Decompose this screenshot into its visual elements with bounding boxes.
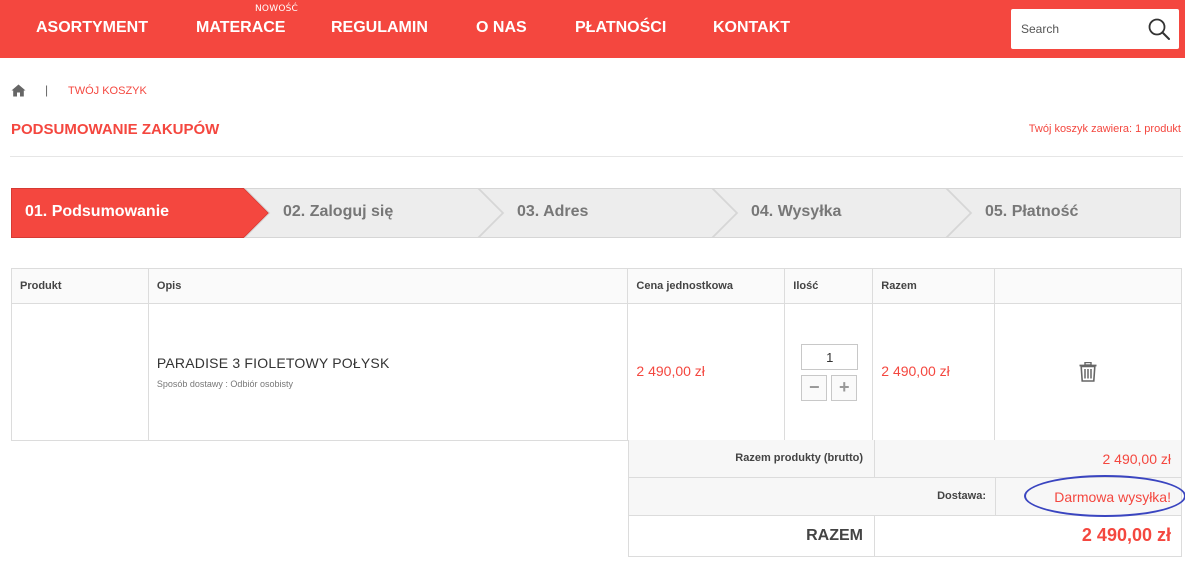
quantity-cell: − +: [784, 303, 874, 441]
nav-item-kontakt[interactable]: KONTAKT: [713, 18, 790, 38]
quantity-increase-button[interactable]: +: [831, 375, 858, 401]
row-total-cell: 2 490,00 zł: [872, 303, 996, 441]
nav-item-asortyment[interactable]: ASORTYMENT: [36, 18, 148, 38]
column-header: Ilość: [784, 268, 874, 304]
table-header-row: Produkt Opis Cena jednostkowa Ilość Raze…: [11, 268, 1182, 304]
quantity-stepper: − +: [801, 344, 859, 401]
nav-item-materace[interactable]: MATERACE: [196, 18, 285, 38]
table-row: PARADISE 3 FIOLETOWY POŁYSK Sposób dosta…: [11, 303, 1182, 441]
step-label: 05. Płatność: [985, 203, 1079, 220]
step-label: 01. Podsumowanie: [25, 203, 170, 220]
step-label: 02. Zaloguj się: [283, 203, 394, 220]
cart-table: Produkt Opis Cena jednostkowa Ilość Raze…: [11, 268, 1182, 441]
divider: [10, 156, 1183, 157]
grand-total-label: RAZEM: [806, 527, 863, 544]
search-box: [1011, 9, 1179, 49]
column-header: Cena jednostkowa: [627, 268, 786, 304]
products-total-value: 2 490,00 zł: [1102, 451, 1172, 467]
description-cell: PARADISE 3 FIOLETOWY POŁYSK Sposób dosta…: [147, 303, 629, 441]
products-total-label: Razem produkty (brutto): [735, 452, 863, 464]
quantity-decrease-button[interactable]: −: [801, 375, 828, 401]
nav-item-regulamin[interactable]: REGULAMIN: [331, 18, 428, 38]
unit-price-cell: 2 490,00 zł: [627, 303, 786, 441]
trash-icon[interactable]: [1079, 362, 1097, 382]
breadcrumb-separator: |: [45, 83, 49, 97]
checkout-steps: 01. Podsumowanie 02. Zaloguj się 03. Adr…: [11, 188, 1181, 238]
column-header: [994, 268, 1182, 304]
column-header: Razem: [872, 268, 996, 304]
unit-price: 2 490,00 zł: [636, 363, 705, 379]
step-payment[interactable]: 05. Płatność: [945, 188, 1181, 238]
step-label: 04. Wysyłka: [751, 203, 842, 220]
quantity-input[interactable]: [801, 344, 859, 370]
step-label: 03. Adres: [517, 203, 589, 220]
nav-item-o-nas[interactable]: O NAS: [476, 18, 527, 38]
nav-item-platnosci[interactable]: PŁATNOŚCI: [575, 18, 666, 38]
product-name[interactable]: PARADISE 3 FIOLETOWY POŁYSK: [157, 355, 628, 371]
step-login[interactable]: 02. Zaloguj się: [243, 188, 504, 238]
shipping-label: Dostawa:: [937, 490, 986, 502]
delivery-method: Sposób dostawy : Odbiór osobisty: [156, 379, 293, 389]
column-header: Opis: [147, 268, 629, 304]
column-header: Produkt: [11, 268, 149, 304]
row-total: 2 490,00 zł: [881, 363, 950, 379]
nav-badge-new: NOWOŚĆ: [255, 4, 298, 14]
breadcrumb-current: TWÓJ KOSZYK: [68, 85, 147, 97]
products-total-row: Razem produkty (brutto) 2 490,00 zł: [628, 440, 1182, 478]
step-address[interactable]: 03. Adres: [477, 188, 738, 238]
top-navigation: ASORTYMENT NOWOŚĆ MATERACE REGULAMIN O N…: [0, 0, 1185, 58]
grand-total-value: 2 490,00 zł: [1081, 525, 1171, 545]
delete-cell: [994, 303, 1182, 441]
cart-summary: Twój koszyk zawiera: 1 produkt: [1028, 123, 1181, 135]
step-shipping[interactable]: 04. Wysyłka: [711, 188, 972, 238]
magnifier-icon[interactable]: [1147, 17, 1171, 41]
search-input[interactable]: [1011, 9, 1141, 49]
step-summary[interactable]: 01. Podsumowanie: [11, 188, 270, 238]
home-icon[interactable]: [11, 84, 26, 97]
page-title: PODSUMOWANIE ZAKUPÓW: [11, 121, 220, 138]
free-shipping-highlight: [1024, 475, 1185, 517]
grand-total-row: RAZEM 2 490,00 zł: [628, 516, 1182, 557]
product-image-cell: [11, 303, 149, 441]
